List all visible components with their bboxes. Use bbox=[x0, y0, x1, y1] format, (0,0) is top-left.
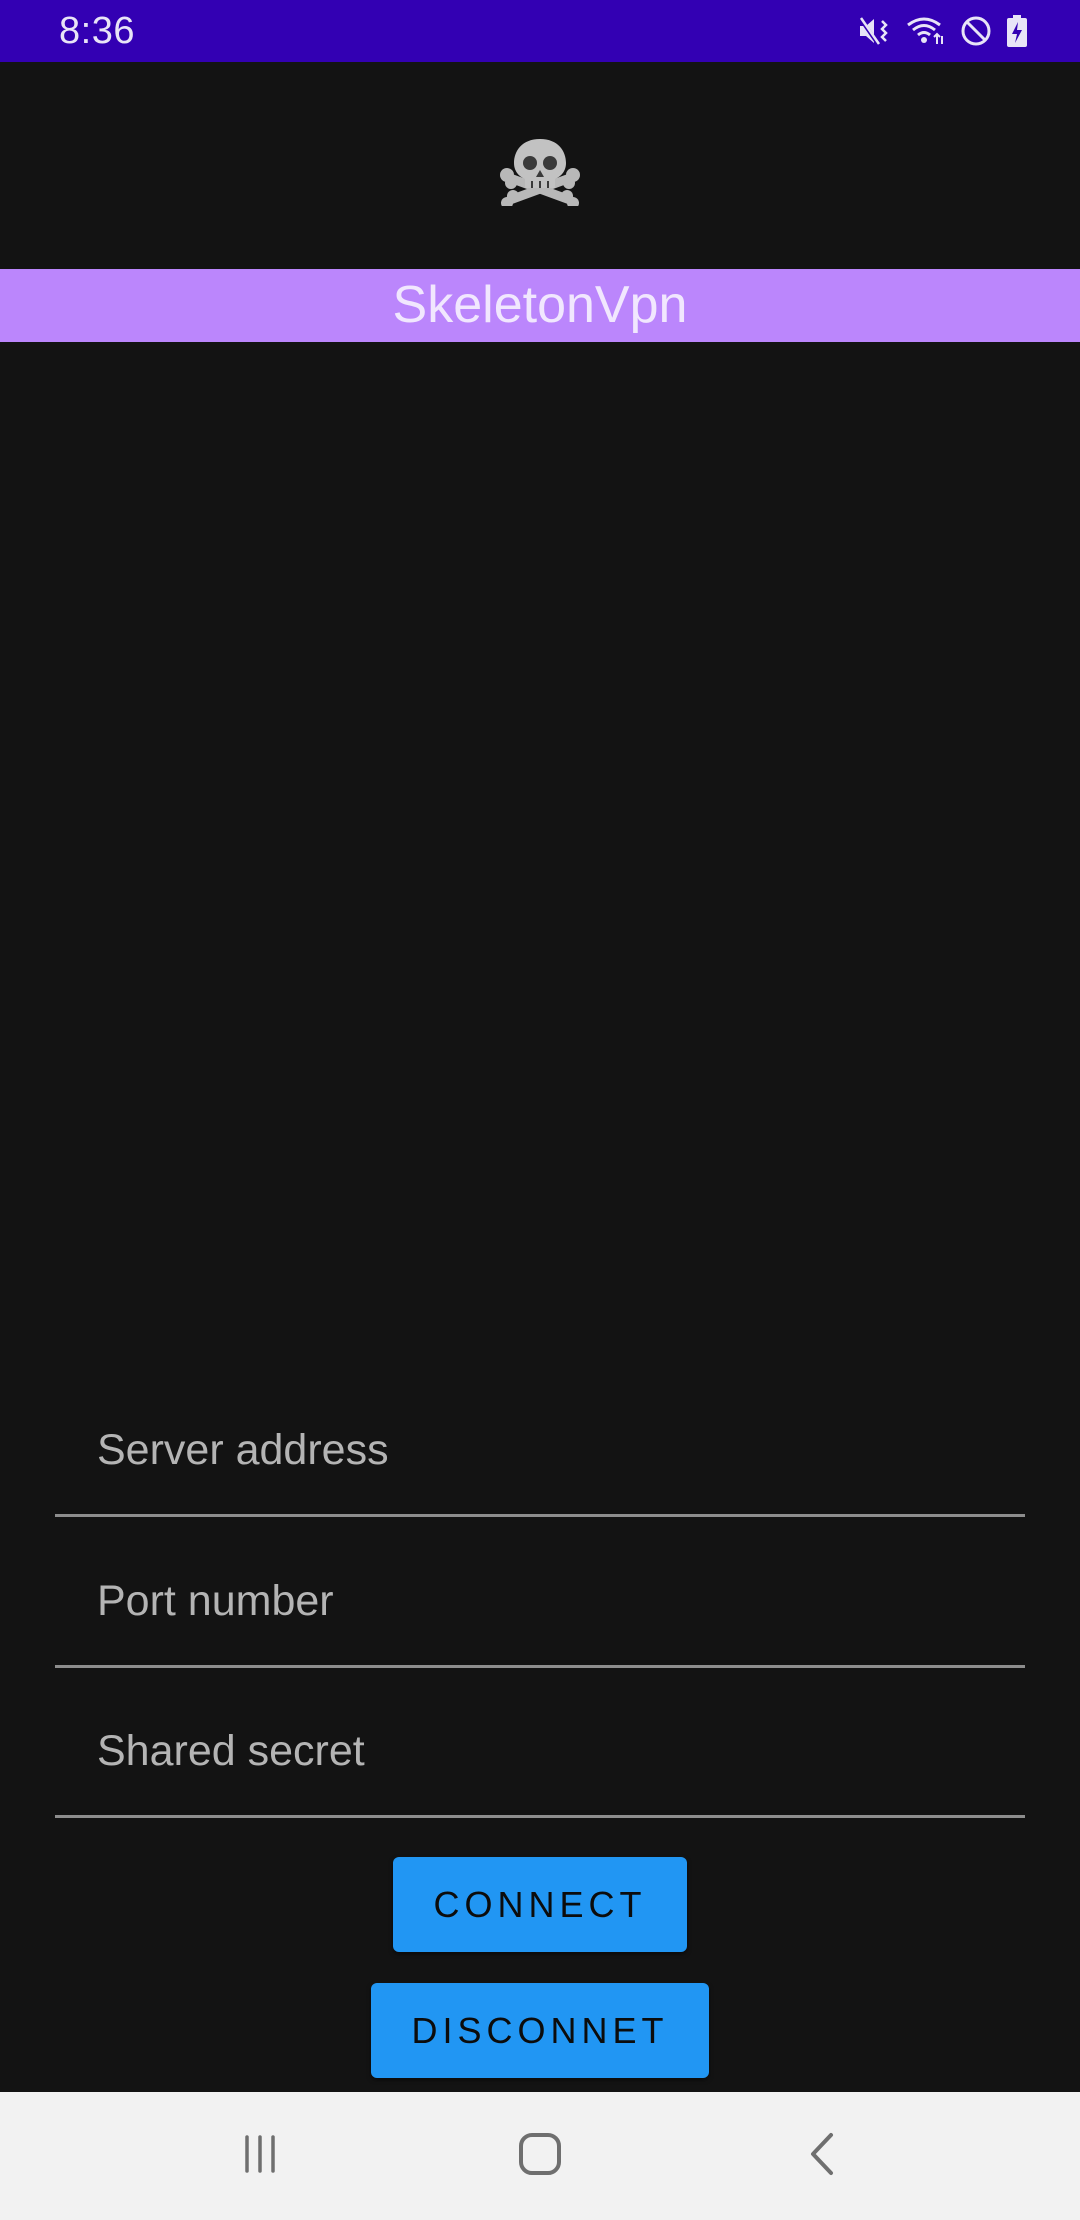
do-not-disturb-icon bbox=[960, 15, 992, 47]
recent-apps-icon bbox=[240, 2134, 280, 2179]
title-bar: SkeletonVpn bbox=[0, 269, 1080, 342]
recent-apps-button[interactable] bbox=[170, 2092, 350, 2220]
mute-vibrate-icon bbox=[858, 15, 892, 47]
status-icons bbox=[858, 13, 1028, 49]
server-address-input[interactable] bbox=[97, 1420, 997, 1480]
back-icon bbox=[807, 2132, 837, 2181]
disconnect-button[interactable]: DISCONNET bbox=[371, 1983, 709, 2078]
connect-button[interactable]: CONNECT bbox=[393, 1857, 687, 1952]
port-number-field[interactable] bbox=[55, 1518, 1025, 1668]
shared-secret-input[interactable] bbox=[97, 1721, 997, 1781]
status-time: 8:36 bbox=[59, 10, 135, 52]
wifi-icon bbox=[906, 15, 946, 47]
shared-secret-field[interactable] bbox=[55, 1668, 1025, 1818]
home-button[interactable] bbox=[450, 2092, 630, 2220]
status-bar: 8:36 bbox=[0, 0, 1080, 62]
port-number-input[interactable] bbox=[97, 1571, 997, 1631]
app-title: SkeletonVpn bbox=[392, 276, 688, 334]
home-icon bbox=[518, 2132, 562, 2181]
back-button[interactable] bbox=[732, 2092, 912, 2220]
battery-charging-icon bbox=[1006, 15, 1028, 47]
server-address-field[interactable] bbox=[55, 1367, 1025, 1517]
navigation-bar bbox=[0, 2092, 1080, 2220]
skull-crossbones-icon bbox=[500, 136, 580, 209]
